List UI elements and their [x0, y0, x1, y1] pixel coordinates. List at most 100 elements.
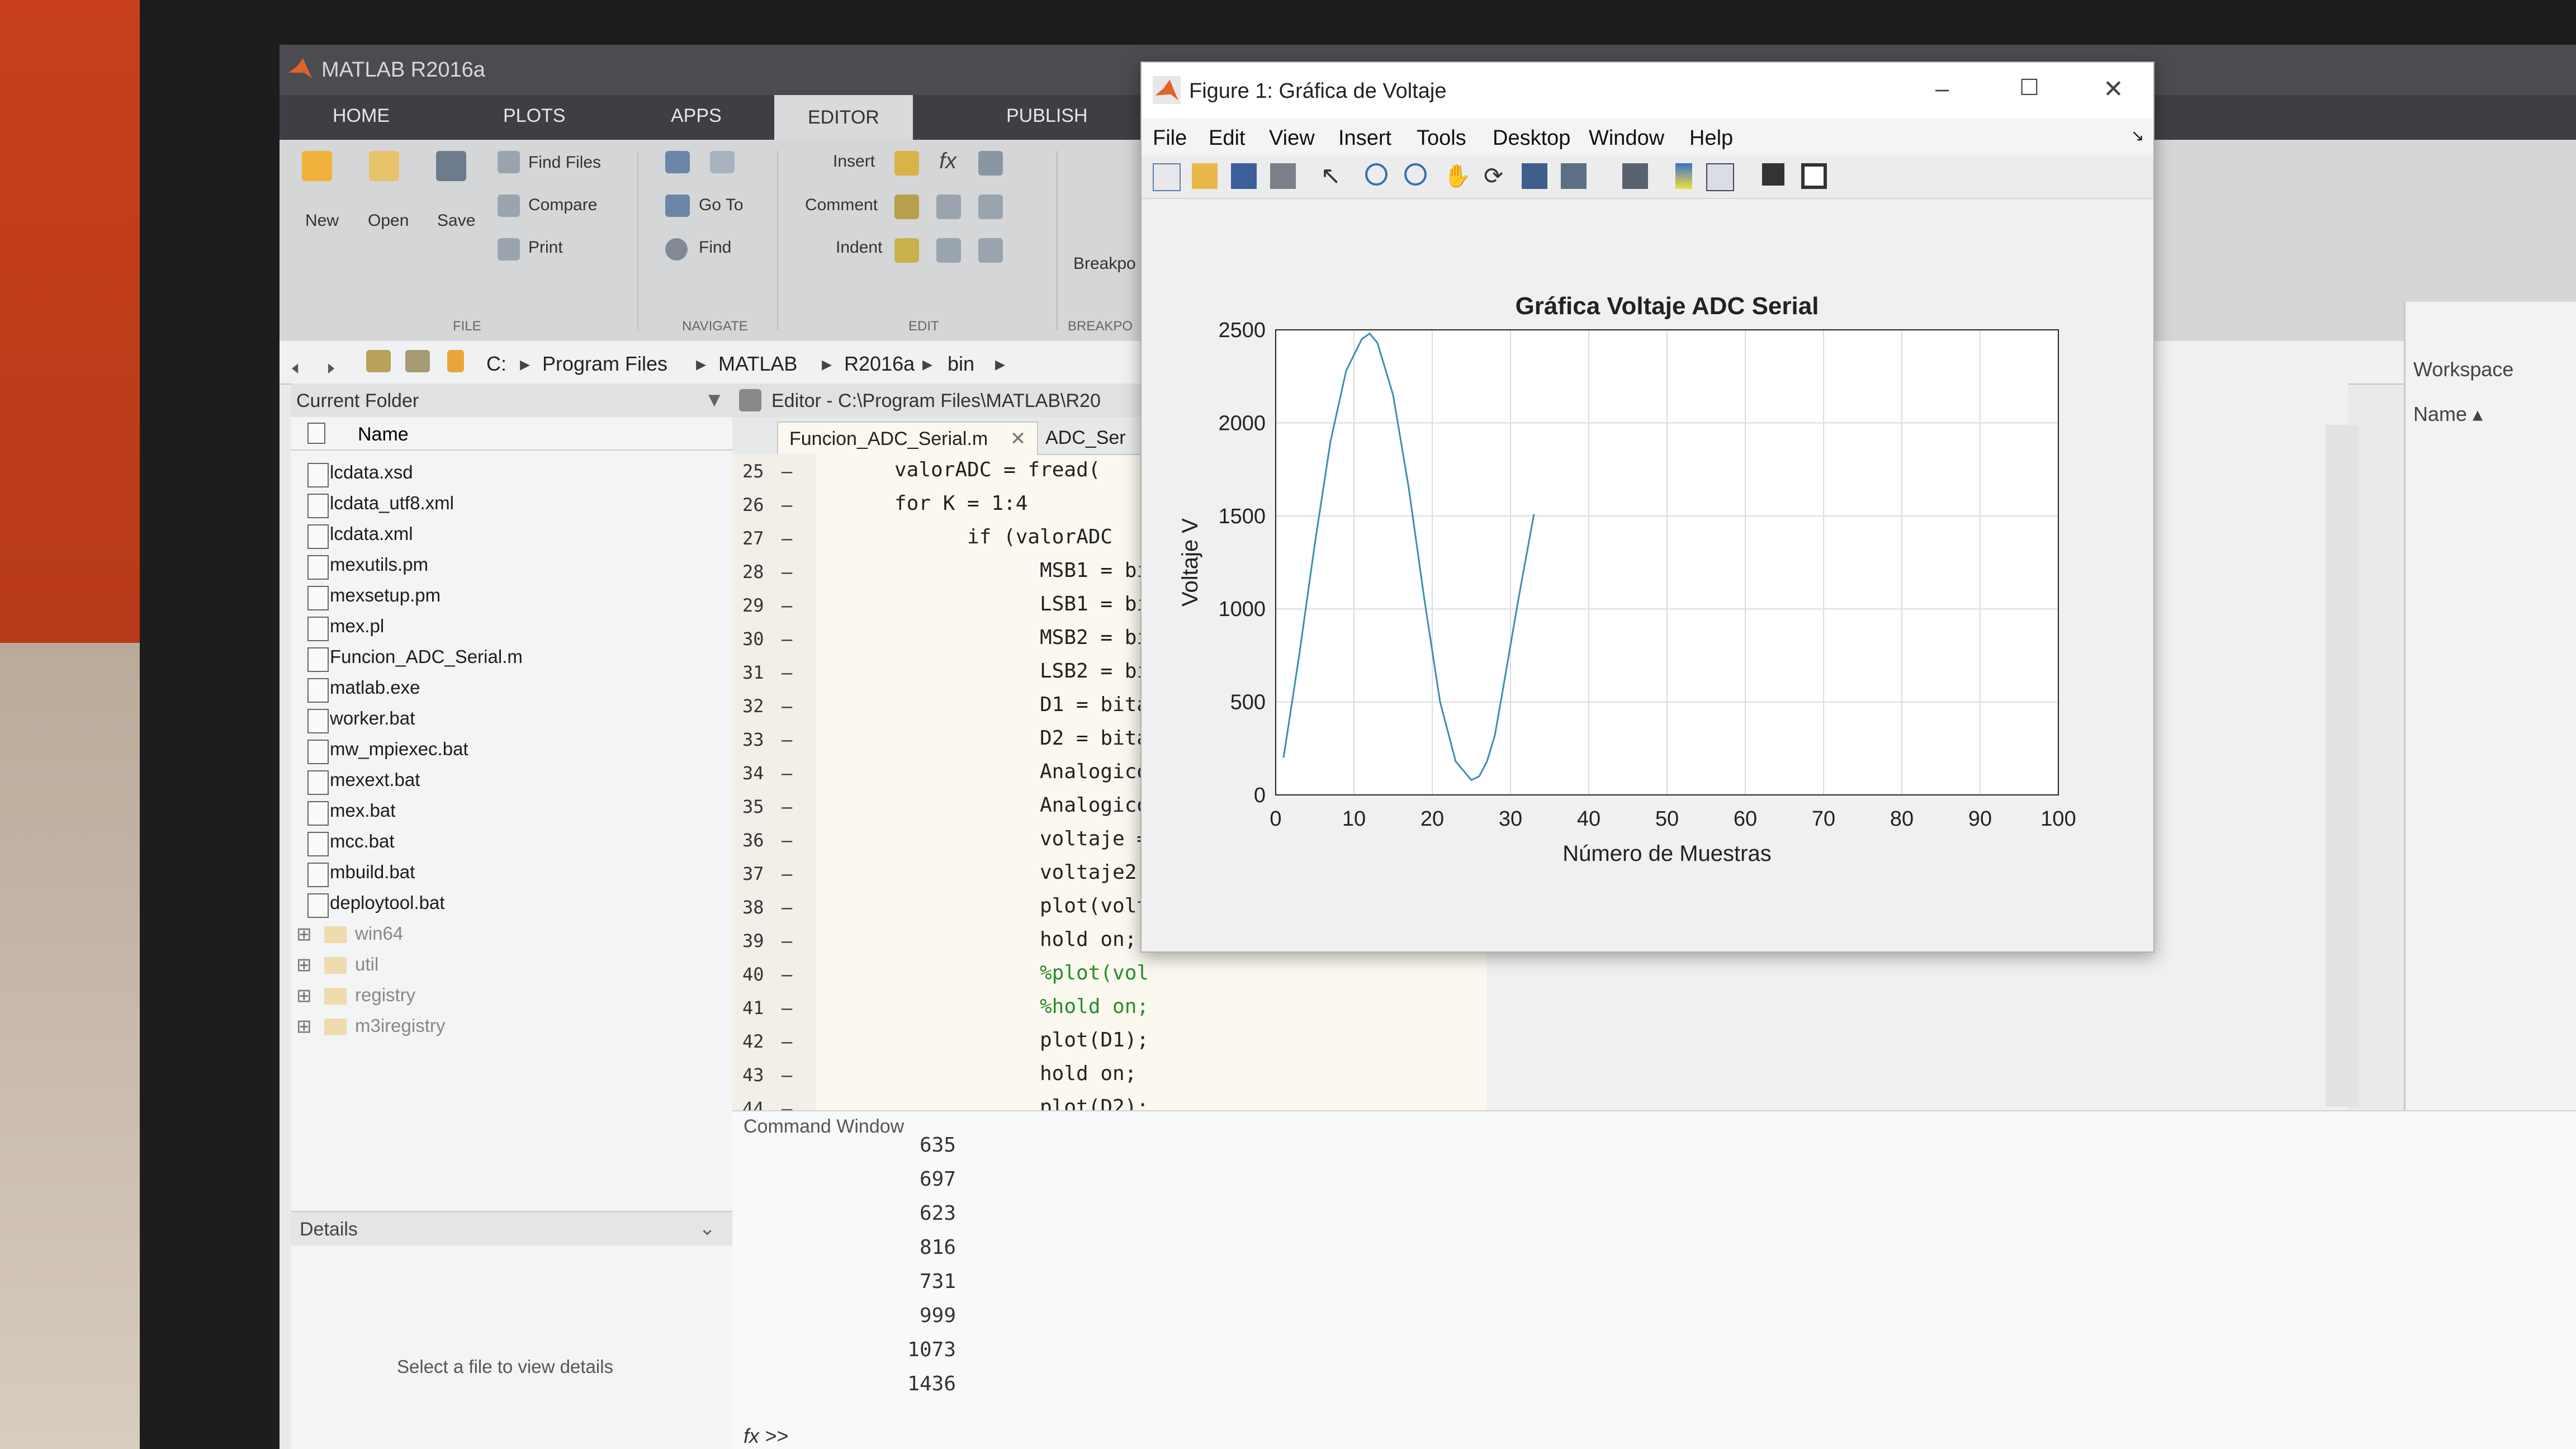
code-line[interactable]: valorADC = fread(	[894, 458, 1100, 481]
file-item[interactable]: mexutils.pm	[330, 554, 428, 575]
comment-button[interactable]: Comment	[805, 196, 878, 215]
code-line[interactable]: voltaje =	[1040, 827, 1149, 850]
breakpoint-dash-icon[interactable]: –	[782, 964, 792, 985]
breakpoint-dash-icon[interactable]: –	[782, 695, 792, 717]
forward-arrow-icon[interactable]	[710, 151, 735, 173]
code-line[interactable]: Analogico	[1040, 760, 1149, 783]
code-line[interactable]: %hold on;	[1040, 995, 1149, 1018]
hide-plot-tools-icon[interactable]	[1762, 163, 1784, 186]
file-item[interactable]: mw_mpiexec.bat	[330, 738, 468, 760]
breakpoint-dash-icon[interactable]: –	[782, 461, 792, 482]
editor-tab-funcion-adc-serial[interactable]: Funcion_ADC_Serial.m ✕	[777, 422, 1039, 455]
breakpoints-button[interactable]: Breakpo	[1073, 254, 1136, 273]
show-plot-tools-icon[interactable]	[1801, 163, 1827, 189]
file-item[interactable]: matlab.exe	[330, 677, 420, 698]
breakpoint-dash-icon[interactable]: –	[782, 763, 792, 784]
breadcrumb-bin[interactable]: bin	[948, 352, 974, 376]
breakpoint-dash-icon[interactable]: –	[782, 561, 792, 583]
file-item[interactable]: lcdata_utf8.xml	[330, 493, 454, 514]
code-line[interactable]: Analogico	[1040, 794, 1149, 817]
command-prompt[interactable]: fx >>	[744, 1424, 788, 1448]
code-line[interactable]: LSB1 = bi	[1040, 593, 1149, 615]
brush-icon[interactable]	[1561, 163, 1587, 189]
folder-item[interactable]: registry	[355, 984, 415, 1006]
breakpoint-dash-icon[interactable]: –	[782, 1064, 792, 1086]
file-item[interactable]: Funcion_ADC_Serial.m	[330, 646, 523, 667]
smart-indent-icon[interactable]	[894, 238, 919, 263]
pan-hand-icon[interactable]: ✋	[1443, 163, 1471, 189]
menu-view[interactable]: View	[1269, 126, 1315, 150]
breadcrumb-matlab[interactable]: MATLAB	[718, 352, 797, 376]
breakpoint-dash-icon[interactable]: –	[782, 830, 792, 851]
code-line[interactable]: MSB2 = bi	[1040, 626, 1149, 649]
code-line[interactable]: D2 = bita	[1040, 727, 1149, 750]
fx-icon[interactable]: fx	[939, 149, 956, 174]
new-file-icon[interactable]	[302, 151, 332, 181]
code-line[interactable]: plot(D1);	[1040, 1029, 1149, 1052]
breakpoint-dash-icon[interactable]: –	[782, 897, 792, 918]
workspace-name-column[interactable]: Name ▴	[2413, 402, 2483, 426]
link-plot-icon[interactable]	[1622, 163, 1648, 189]
up-folder-icon[interactable]	[366, 350, 391, 372]
wrap-comment-icon[interactable]	[936, 195, 961, 219]
back-arrow-icon[interactable]	[665, 151, 690, 173]
breakpoint-dash-icon[interactable]: –	[782, 863, 792, 884]
panel-options-icon[interactable]: ▼	[704, 388, 724, 411]
print-button[interactable]: Print	[528, 238, 563, 257]
expand-folder-icon[interactable]: ⊞	[296, 1015, 312, 1037]
expand-folder-icon[interactable]: ⊞	[296, 954, 312, 976]
breakpoint-dash-icon[interactable]: –	[782, 1031, 792, 1052]
decrease-indent-icon[interactable]	[978, 238, 1003, 263]
tab-apps[interactable]: APPS	[671, 105, 722, 127]
menu-window[interactable]: Window	[1589, 126, 1664, 150]
breakpoint-dash-icon[interactable]: –	[782, 796, 792, 817]
code-line[interactable]: voltaje2	[1040, 861, 1137, 884]
expand-folder-icon[interactable]: ⊞	[296, 984, 312, 1006]
data-cursor-icon[interactable]	[1522, 163, 1547, 189]
close-tab-icon[interactable]: ✕	[1010, 428, 1026, 449]
insert-section-icon[interactable]	[894, 151, 919, 176]
file-item[interactable]: mexext.bat	[330, 769, 420, 790]
tab-editor[interactable]: EDITOR	[774, 95, 913, 140]
expand-folder-icon[interactable]: ⊞	[296, 923, 312, 945]
new-button[interactable]: New	[305, 211, 339, 230]
breadcrumb-r2016a[interactable]: R2016a	[844, 352, 915, 376]
editor-scrollbar[interactable]	[2326, 425, 2359, 1107]
open-file-icon[interactable]	[1192, 163, 1218, 189]
file-item[interactable]: worker.bat	[330, 708, 415, 729]
folder-item[interactable]: win64	[355, 923, 403, 944]
dock-arrow-icon[interactable]: ↘	[2131, 126, 2144, 145]
code-line[interactable]: %plot(vol	[1040, 962, 1149, 984]
file-item[interactable]: mbuild.bat	[330, 861, 415, 883]
breakpoint-dash-icon[interactable]: –	[782, 997, 792, 1019]
print-figure-icon[interactable]	[1270, 163, 1296, 189]
minimize-icon[interactable]: –	[1935, 75, 1949, 103]
menu-help[interactable]: Help	[1689, 126, 1733, 150]
menu-file[interactable]: File	[1153, 126, 1187, 150]
save-button[interactable]: Save	[437, 211, 475, 230]
file-item[interactable]: lcdata.xml	[330, 523, 413, 544]
menu-insert[interactable]: Insert	[1338, 126, 1391, 150]
indent-button[interactable]: Indent	[836, 238, 882, 257]
folder-item[interactable]: m3iregistry	[355, 1015, 445, 1036]
zoom-out-icon[interactable]	[1404, 163, 1427, 186]
breakpoint-dash-icon[interactable]: –	[782, 628, 792, 650]
insert-button[interactable]: Insert	[833, 152, 875, 171]
uncomment-icon[interactable]	[978, 195, 1003, 219]
compare-button[interactable]: Compare	[528, 196, 597, 215]
close-icon[interactable]: ✕	[2103, 75, 2124, 103]
colorbar-icon[interactable]	[1675, 163, 1692, 189]
breakpoint-dash-icon[interactable]: –	[782, 662, 792, 683]
folder-item[interactable]: util	[355, 954, 378, 975]
code-line[interactable]: D1 = bita	[1040, 693, 1149, 716]
file-item[interactable]: mcc.bat	[330, 831, 395, 852]
insert-table-icon[interactable]	[978, 151, 1003, 176]
tab-home[interactable]: HOME	[333, 105, 390, 127]
code-line[interactable]: MSB1 = bi	[1040, 559, 1149, 582]
code-line[interactable]: hold on;	[1040, 928, 1137, 951]
name-column-header[interactable]: Name	[291, 418, 732, 451]
voltage-chart[interactable]: 0 10 20 30 40 50 60 70 80 90 100 0 500 1000 1500 2000 2…	[1142, 199, 2153, 951]
legend-icon[interactable]	[1706, 163, 1734, 191]
rotate-3d-icon[interactable]: ⟳	[1484, 163, 1509, 189]
code-line[interactable]: for K = 1:4	[894, 492, 1027, 515]
